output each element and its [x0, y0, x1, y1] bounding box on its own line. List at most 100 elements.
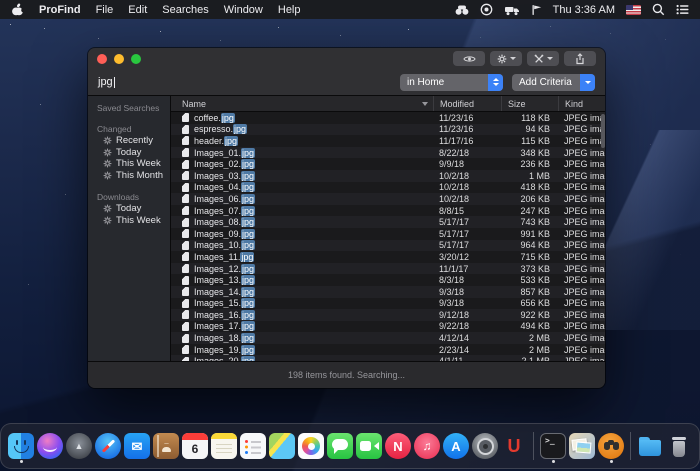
menu-profind[interactable]: ProFind — [39, 4, 81, 16]
dock-mail[interactable]: ✉ — [123, 429, 151, 463]
dock-image-viewer[interactable] — [568, 429, 596, 463]
document-icon — [182, 148, 189, 157]
dock-launchpad[interactable]: ▲ — [65, 429, 93, 463]
table-row[interactable]: Images_06.jpg10/2/18206 KBJPEG image — [171, 193, 605, 205]
zoom-button[interactable] — [131, 54, 141, 64]
truck-icon[interactable] — [504, 4, 520, 16]
dock-contacts[interactable] — [152, 429, 180, 463]
table-row[interactable]: Images_08.jpg5/17/17743 KBJPEG image — [171, 216, 605, 228]
dock-terminal[interactable]: >_ — [539, 429, 567, 463]
sidebar-item-label: Recently — [116, 135, 153, 146]
sidebar-item-downloads-today[interactable]: Today — [88, 203, 170, 215]
table-row[interactable]: Images_03.jpg10/2/181 MBJPEG image — [171, 170, 605, 182]
dock-messages[interactable] — [326, 429, 354, 463]
table-row[interactable]: Images_07.jpg8/8/15247 KBJPEG image — [171, 205, 605, 217]
spotlight-icon[interactable] — [652, 3, 665, 16]
table-row[interactable]: coffee.jpg11/23/16118 KBJPEG image — [171, 112, 605, 124]
menu-searches[interactable]: Searches — [162, 4, 208, 16]
tools-menu-button[interactable] — [527, 51, 559, 66]
table-row[interactable]: Images_10.jpg5/17/17964 KBJPEG image — [171, 240, 605, 252]
dock-reminders[interactable] — [239, 429, 267, 463]
dock-siri[interactable] — [36, 429, 64, 463]
dock-notes[interactable] — [210, 429, 238, 463]
cell-name: coffee.jpg — [171, 113, 433, 123]
dock-magnet[interactable]: U — [500, 429, 528, 463]
sidebar-item-label: Today — [116, 203, 141, 214]
menu-file[interactable]: File — [96, 4, 114, 16]
cell-size: 715 KB — [501, 252, 558, 262]
column-header-size[interactable]: Size — [501, 96, 558, 111]
table-row[interactable]: Images_15.jpg9/3/18656 KBJPEG image — [171, 298, 605, 310]
document-icon — [182, 218, 189, 227]
minimize-button[interactable] — [114, 54, 124, 64]
menu-window[interactable]: Window — [224, 4, 263, 16]
apple-menu[interactable] — [11, 3, 24, 17]
table-row[interactable]: Images_17.jpg9/22/18494 KBJPEG image — [171, 321, 605, 333]
table-row[interactable]: Images_18.jpg4/12/142 MBJPEG image — [171, 332, 605, 344]
table-row[interactable]: Images_19.jpg2/23/142 MBJPEG image — [171, 344, 605, 356]
sidebar-item-changed-recently[interactable]: Recently — [88, 135, 170, 147]
column-header-modified[interactable]: Modified — [433, 96, 501, 111]
column-label: Modified — [440, 99, 474, 109]
preview-button[interactable] — [453, 51, 485, 66]
add-criteria-popup[interactable]: Add Criteria — [512, 74, 595, 91]
sidebar-item-downloads-this-week[interactable]: This Week — [88, 215, 170, 227]
search-scope-popup[interactable]: in Home — [400, 74, 503, 91]
document-icon — [182, 264, 189, 273]
dock-downloads-folder[interactable] — [636, 429, 664, 463]
column-header-name[interactable]: Name — [171, 96, 433, 111]
add-criteria-label: Add Criteria — [512, 77, 580, 88]
dock-profind[interactable] — [597, 429, 625, 463]
search-match-highlight: jpg — [241, 240, 255, 250]
share-button[interactable] — [564, 51, 596, 66]
cell-name: Images_10.jpg — [171, 240, 433, 250]
sidebar-item-changed-this-week[interactable]: This Week — [88, 158, 170, 170]
dock-photos[interactable] — [297, 429, 325, 463]
dock-safari[interactable] — [94, 429, 122, 463]
table-row[interactable]: Images_12.jpg11/1/17373 KBJPEG image — [171, 263, 605, 275]
column-header-kind[interactable]: Kind — [558, 96, 605, 111]
table-row[interactable]: espresso.jpg11/23/1694 KBJPEG image — [171, 124, 605, 136]
table-row[interactable]: Images_01.jpg8/22/18348 KBJPEG image — [171, 147, 605, 159]
table-row[interactable]: Images_11.jpg3/20/12715 KBJPEG image — [171, 251, 605, 263]
document-icon — [182, 229, 189, 238]
cell-modified: 11/1/17 — [433, 264, 501, 274]
dock-itunes[interactable]: ♫ — [413, 429, 441, 463]
close-button[interactable] — [97, 54, 107, 64]
search-match-highlight: jpg — [241, 217, 255, 227]
dock-calendar[interactable]: 6 — [181, 429, 209, 463]
notification-center-icon[interactable] — [676, 4, 689, 15]
record-icon[interactable] — [480, 3, 493, 16]
table-row[interactable]: Images_14.jpg9/3/18857 KBJPEG image — [171, 286, 605, 298]
table-row[interactable]: Images_16.jpg9/12/18922 KBJPEG image — [171, 309, 605, 321]
dock-news[interactable]: N — [384, 429, 412, 463]
dock-app-store[interactable]: A — [442, 429, 470, 463]
dock-finder[interactable] — [7, 429, 35, 463]
binoculars-icon[interactable] — [455, 4, 469, 16]
table-row[interactable]: header.jpg11/17/16115 KBJPEG image — [171, 135, 605, 147]
dock-divider — [630, 432, 631, 460]
menu-edit[interactable]: Edit — [128, 4, 147, 16]
action-menu-button[interactable] — [490, 51, 522, 66]
scrollbar-thumb[interactable] — [601, 114, 605, 148]
menu-clock[interactable]: Thu 3:36 AM — [553, 4, 615, 16]
table-row[interactable]: Images_04.jpg10/2/18418 KBJPEG image — [171, 182, 605, 194]
keyboard-us-flag-icon[interactable] — [626, 5, 641, 15]
dock-system-preferences[interactable] — [471, 429, 499, 463]
table-row[interactable]: Images_13.jpg8/3/18533 KBJPEG image — [171, 274, 605, 286]
cell-name: Images_15.jpg — [171, 298, 433, 308]
sidebar-item-changed-this-month[interactable]: This Month — [88, 170, 170, 182]
flag-icon[interactable] — [531, 4, 542, 16]
title-bar[interactable] — [88, 48, 605, 69]
table-row[interactable]: Images_02.jpg9/9/18236 KBJPEG image — [171, 158, 605, 170]
search-input[interactable]: jpg — [98, 76, 378, 88]
menu-help[interactable]: Help — [278, 4, 301, 16]
dock-facetime[interactable] — [355, 429, 383, 463]
dock-trash[interactable] — [665, 429, 693, 463]
file-name: Images_18.jpg — [194, 333, 255, 343]
sidebar-item-changed-today[interactable]: Today — [88, 147, 170, 159]
table-row[interactable]: Images_09.jpg5/17/17991 KBJPEG image — [171, 228, 605, 240]
table-row[interactable]: Images_20.jpg4/1/112.1 MBJPEG image — [171, 355, 605, 361]
dock-maps[interactable] — [268, 429, 296, 463]
document-icon — [182, 113, 189, 122]
